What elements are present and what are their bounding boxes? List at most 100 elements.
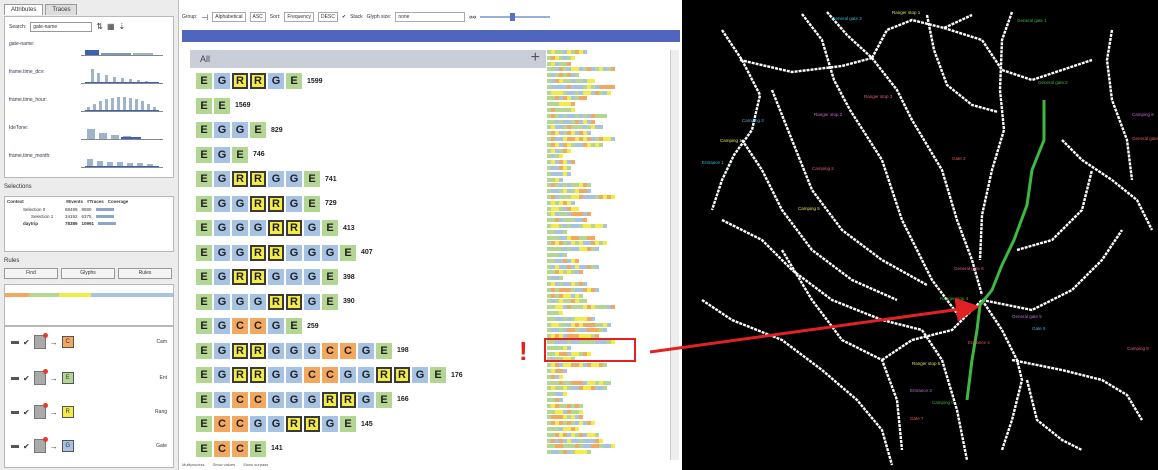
expand-plus-icon[interactable]: + <box>531 49 540 67</box>
drag-handle-icon[interactable] <box>11 376 19 380</box>
pattern-row[interactable]: E C C G G R R G E 145 <box>196 415 373 433</box>
drag-handle-icon[interactable] <box>11 340 19 344</box>
glyph-sequence[interactable] <box>547 154 563 159</box>
glyph-sequence[interactable] <box>547 241 607 246</box>
order-select[interactable]: ASC <box>249 12 266 22</box>
tab-attributes[interactable]: Attributes <box>4 4 44 15</box>
col-traces[interactable]: #Traces <box>87 199 104 204</box>
glyph-sequence[interactable] <box>547 189 591 194</box>
glyph-sequence[interactable] <box>547 125 603 130</box>
glyph-sequence[interactable] <box>547 177 563 182</box>
link-icon[interactable]: ⚯ <box>469 13 476 22</box>
drag-handle-icon[interactable] <box>11 444 19 448</box>
glyph-sequence[interactable] <box>547 160 575 165</box>
rules-button[interactable]: Rules <box>118 268 172 279</box>
glyph-sequence[interactable] <box>547 61 571 66</box>
checkmark-icon[interactable]: ✔ <box>23 408 30 417</box>
col-context[interactable]: Context <box>7 199 24 204</box>
glyph-sequence[interactable] <box>547 398 563 402</box>
glyph-sequence[interactable] <box>547 166 571 170</box>
glyph-sequence[interactable] <box>547 218 587 223</box>
glyph-sequence[interactable] <box>547 67 615 72</box>
group-select[interactable]: Alphabetical <box>212 12 246 22</box>
glyph-sequence[interactable] <box>547 131 591 136</box>
selection-row[interactable]: daytrip 78389 10991 <box>23 221 117 226</box>
glyph-sequence[interactable] <box>547 84 615 89</box>
selection-row[interactable]: Selection 0 88499 9880 <box>23 207 114 212</box>
glyph-sequence[interactable] <box>547 102 575 107</box>
glyph-sequence[interactable] <box>547 444 615 449</box>
glyph-sequence[interactable] <box>547 380 611 385</box>
glyph-sequence[interactable] <box>547 224 607 228</box>
glyph-sequence[interactable] <box>547 148 571 153</box>
glyph-sequence[interactable] <box>547 55 575 60</box>
footer-option[interactable]: Show surpass <box>243 462 268 470</box>
glyph-sequence[interactable] <box>547 113 607 118</box>
glyph-sequence[interactable] <box>547 235 595 240</box>
find-button[interactable]: Find <box>4 268 58 279</box>
pattern-row[interactable]: E G R R G G C C G G R R G E 176 <box>196 366 463 384</box>
glyph-sequence[interactable] <box>547 311 563 315</box>
glyph-sequence[interactable] <box>547 264 599 269</box>
glyph-sequence[interactable] <box>547 299 587 304</box>
glyph-size-select[interactable]: none <box>395 12 466 22</box>
pattern-row[interactable]: E G E 746 <box>196 146 265 164</box>
pattern-row[interactable]: E G R R G G G E 398 <box>196 268 355 286</box>
direction-select[interactable]: DESC <box>317 12 338 22</box>
glyph-sequence[interactable] <box>547 409 583 414</box>
glyph-sequence[interactable] <box>547 79 595 83</box>
glyph-sequence[interactable] <box>547 137 615 141</box>
glyph-sequence[interactable] <box>547 316 595 321</box>
glyph-sequence[interactable] <box>547 96 587 101</box>
glyph-sequence[interactable] <box>547 73 579 78</box>
attribute-time-hour[interactable]: frame.time_hour: <box>9 93 169 115</box>
all-group-header[interactable]: All + <box>190 49 546 68</box>
glyph-sequence[interactable] <box>547 421 595 426</box>
checkmark-icon[interactable]: ✔ <box>23 442 30 451</box>
footer-option[interactable]: Multiprocess <box>182 462 204 470</box>
search-input[interactable]: gate-name <box>30 22 93 32</box>
glyph-sequence[interactable] <box>547 206 579 211</box>
glyph-sequence[interactable] <box>547 212 591 217</box>
glyph-sequence[interactable] <box>547 276 563 281</box>
pattern-row[interactable]: E C C E 141 <box>196 440 283 458</box>
glyph-sequence[interactable] <box>547 432 599 437</box>
pattern-row[interactable]: E G G G R R G E 413 <box>196 219 355 237</box>
vertical-scrollbar[interactable] <box>670 50 679 460</box>
glyph-sequence[interactable] <box>547 287 599 292</box>
rule-item[interactable]: ✔ → G <box>11 437 74 453</box>
checkmark-icon[interactable]: ✔ <box>23 374 30 383</box>
glyph-sequence[interactable] <box>547 171 571 176</box>
glyph-sequence[interactable] <box>547 142 603 147</box>
glyph-sequence[interactable] <box>547 282 587 286</box>
group-icon[interactable]: ⊣ <box>201 13 208 22</box>
glyph-sequence[interactable] <box>547 374 563 379</box>
glyph-sequence[interactable] <box>547 50 587 54</box>
sort-az-icon[interactable]: ⇣ <box>119 23 126 31</box>
glyph-sequence[interactable] <box>547 183 591 188</box>
pattern-row[interactable]: E G G R R G E 729 <box>196 195 337 213</box>
sort-icon[interactable]: ⇅ <box>96 23 103 31</box>
slider-knob[interactable] <box>510 13 516 21</box>
glyph-sequence[interactable] <box>547 438 603 443</box>
stack-checkbox-icon[interactable]: ✔ <box>342 14 346 20</box>
pattern-row[interactable]: E G R R G G E 741 <box>196 170 337 188</box>
glyph-sequence[interactable] <box>547 229 567 234</box>
pattern-row[interactable]: E E 1569 <box>196 97 251 115</box>
glyph-sequence[interactable] <box>547 108 575 112</box>
pattern-row[interactable]: E G G G R R G E 390 <box>196 293 355 311</box>
col-events[interactable]: #Events <box>66 199 83 204</box>
glyph-sequence[interactable] <box>547 90 611 95</box>
glyph-sequence[interactable] <box>547 195 615 199</box>
rule-item[interactable]: ✔ → C <box>11 333 74 349</box>
attribute-ide-tone[interactable]: IdeTone: <box>9 121 169 143</box>
glyph-sequence[interactable] <box>547 270 583 275</box>
tab-traces[interactable]: Traces <box>45 4 78 15</box>
pattern-row[interactable]: E G C C G E 259 <box>196 317 319 335</box>
col-coverage[interactable]: Coverage <box>108 199 129 204</box>
glyph-sequence[interactable] <box>547 322 611 327</box>
footer-option[interactable]: Show values <box>212 462 235 470</box>
pattern-row[interactable]: E G R R G E 1599 <box>196 72 323 90</box>
glyph-sequence[interactable] <box>547 328 607 333</box>
selection-row[interactable]: Selection 1 34192 6375 <box>31 214 114 219</box>
